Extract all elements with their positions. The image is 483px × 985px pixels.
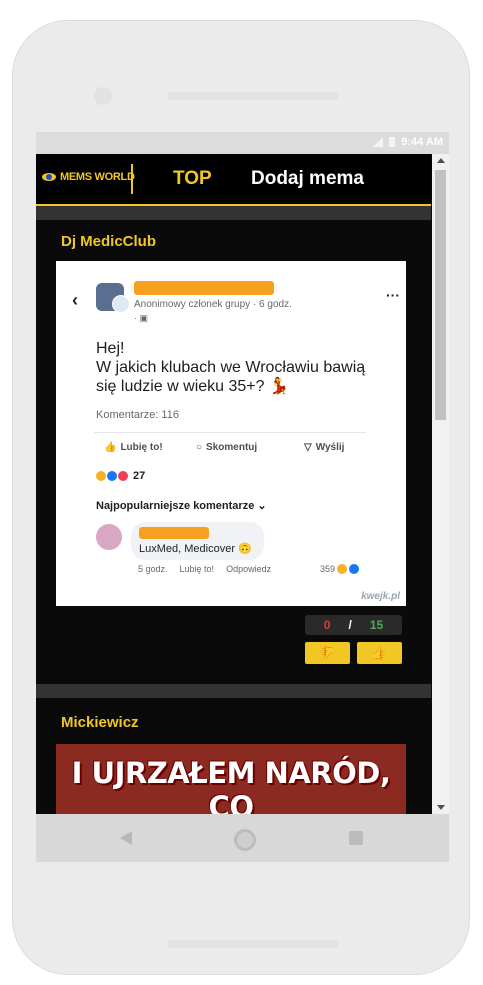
comment-text: LuxMed, Medicover 🙃 bbox=[139, 543, 252, 555]
like-icon: 👍 bbox=[104, 442, 117, 453]
back-triangle-icon[interactable] bbox=[120, 831, 132, 845]
send-icon: ▽ bbox=[304, 442, 312, 453]
like-reaction-icon bbox=[349, 564, 360, 574]
upvote-count: 15 bbox=[369, 618, 384, 632]
scroll-down-arrow-icon[interactable] bbox=[437, 805, 445, 810]
audience-icon: · ▣ bbox=[134, 313, 149, 323]
audience-line: · bbox=[134, 313, 140, 323]
nav-add-meme-link[interactable]: Dodaj mema bbox=[251, 168, 364, 190]
comment-reactions-count: 359 bbox=[320, 564, 336, 574]
logo-text: MEMS WORLD bbox=[60, 171, 135, 183]
post-separator bbox=[36, 684, 431, 698]
popular-label-text: Najpopularniejsze komentarze bbox=[96, 500, 255, 512]
eye-logo-icon bbox=[42, 173, 56, 181]
comments-count: Komentarze: 116 bbox=[96, 409, 179, 421]
comment-meta: 5 godz. Lubię to! Odpowiedz bbox=[138, 564, 271, 574]
meme-post-text-content: Hej! W jakich klubach we Wrocławiu bawią… bbox=[96, 340, 366, 395]
back-chevron-icon: ‹ bbox=[72, 290, 78, 310]
comment-icon: ○ bbox=[196, 442, 203, 453]
post-separator bbox=[36, 206, 431, 220]
nav-top-link[interactable]: TOP bbox=[173, 168, 212, 190]
like-action: 👍 Lubię to! bbox=[104, 442, 163, 453]
vote-score: 0 / 15 bbox=[305, 615, 402, 635]
redacted-commenter-name bbox=[139, 527, 209, 539]
scroll-up-arrow-icon[interactable] bbox=[437, 158, 445, 163]
score-separator: / bbox=[348, 618, 352, 632]
status-time: 9:44 AM bbox=[401, 136, 443, 148]
thumbs-down-icon: 👍 bbox=[319, 646, 336, 661]
home-circle-icon[interactable] bbox=[234, 829, 256, 851]
popular-comments-label: Najpopularniejsze komentarze ⌄ bbox=[96, 499, 267, 512]
screen: 9:44 AM MEMS WORLD TOP Dodaj mema Dj Med… bbox=[36, 132, 449, 862]
chevron-down-icon: ⌄ bbox=[257, 500, 267, 512]
android-nav-bar bbox=[36, 814, 449, 862]
nav-divider bbox=[131, 164, 133, 194]
logo[interactable]: MEMS WORLD bbox=[42, 171, 135, 183]
comment-like: Lubię to! bbox=[179, 564, 215, 574]
send-action: ▽ Wyślij bbox=[304, 442, 344, 453]
camera-icon bbox=[94, 87, 112, 105]
top-nav-bar: MEMS WORLD TOP Dodaj mema bbox=[36, 154, 431, 206]
commenter-avatar bbox=[96, 524, 122, 550]
post-title[interactable]: Dj MedicClub bbox=[61, 233, 156, 250]
anonymous-avatar-icon bbox=[112, 295, 130, 313]
recent-apps-icon[interactable] bbox=[349, 831, 363, 845]
author-line: Anonimowy członek grupy · 6 godz. bbox=[134, 299, 292, 310]
comment-time: 5 godz. bbox=[138, 564, 168, 574]
like-label: Lubię to! bbox=[120, 442, 163, 453]
reactions-count: 27 bbox=[133, 470, 146, 482]
comment-action: ○ Skomentuj bbox=[196, 442, 257, 453]
thumbs-up-icon: 👍 bbox=[371, 645, 388, 660]
send-label: Wyślij bbox=[315, 442, 345, 453]
meme-image[interactable]: ‹ Anonimowy członek grupy · 6 godz. · ▣ … bbox=[56, 261, 406, 606]
like-reaction-icon bbox=[107, 471, 117, 481]
downvote-button[interactable]: 👍 bbox=[305, 642, 350, 664]
haha-reaction-icon bbox=[337, 564, 348, 574]
reactions-row: 27 bbox=[96, 470, 145, 482]
signal-icon bbox=[373, 137, 384, 147]
meme-post-text: Hej! W jakich klubach we Wrocławiu bawią… bbox=[96, 339, 376, 396]
scroll-thumb[interactable] bbox=[435, 170, 446, 420]
post-title[interactable]: Mickiewicz bbox=[61, 714, 139, 731]
battery-icon bbox=[389, 137, 396, 147]
downvote-count: 0 bbox=[323, 618, 331, 632]
action-divider bbox=[94, 432, 366, 433]
more-options-icon: ··· bbox=[386, 287, 400, 303]
upvote-button[interactable]: 👍 bbox=[357, 642, 402, 664]
haha-reaction-icon bbox=[96, 471, 106, 481]
phone-chin bbox=[167, 940, 339, 948]
love-reaction-icon bbox=[118, 471, 128, 481]
comment-reply: Odpowiedz bbox=[226, 564, 272, 574]
speaker-grille bbox=[167, 92, 339, 100]
scrollbar[interactable] bbox=[432, 154, 449, 814]
comment-reactions: 359 bbox=[320, 564, 360, 574]
redacted-name bbox=[134, 281, 274, 295]
comment-label: Skomentuj bbox=[206, 442, 258, 453]
status-bar: 9:44 AM bbox=[36, 132, 449, 154]
watermark: kwejk.pl bbox=[361, 591, 400, 602]
